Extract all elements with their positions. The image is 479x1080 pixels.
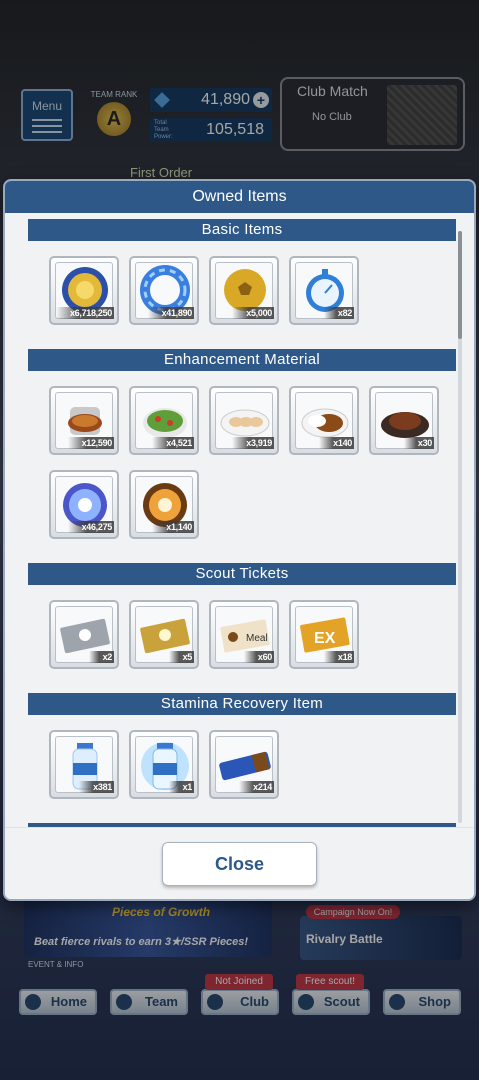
section-header: Enhancement Material [28, 349, 456, 371]
item-tile[interactable]: x214 [209, 730, 279, 799]
item-tile[interactable]: x30 [369, 386, 439, 455]
item-count: x2 [88, 651, 114, 663]
svg-text:EX: EX [314, 630, 336, 647]
item-tile[interactable]: Meal x60 [209, 600, 279, 669]
item-tile[interactable]: x6,718,250 [49, 256, 119, 325]
item-tile[interactable]: x381 [49, 730, 119, 799]
item-tile[interactable]: x41,890 [129, 256, 199, 325]
item-count: x12,590 [67, 437, 114, 449]
scrollbar[interactable] [458, 231, 462, 823]
item-tile[interactable]: x5 [129, 600, 199, 669]
item-tile[interactable]: x82 [289, 256, 359, 325]
item-count: x30 [403, 437, 434, 449]
item-count: x4,521 [152, 437, 194, 449]
item-tile[interactable]: x12,590 [49, 386, 119, 455]
section-header: Stamina Recovery Item [28, 693, 456, 715]
item-count: x46,275 [67, 521, 114, 533]
item-count: x82 [323, 307, 354, 319]
scrollbar-thumb[interactable] [458, 231, 462, 339]
svg-text:Meal: Meal [246, 633, 268, 644]
item-tile[interactable]: x46,275 [49, 470, 119, 539]
dialog-footer: Close [5, 827, 474, 899]
item-tile[interactable]: x1 [129, 730, 199, 799]
item-count: x140 [319, 437, 354, 449]
close-button[interactable]: Close [162, 842, 317, 886]
dialog-title: Owned Items [5, 181, 474, 213]
item-count: x1 [168, 781, 194, 793]
item-tile[interactable]: x5,000 [209, 256, 279, 325]
item-tile[interactable]: x140 [289, 386, 359, 455]
section-header: Scout Tickets [28, 563, 456, 585]
item-count: x5 [168, 651, 194, 663]
item-count: x5,000 [232, 307, 274, 319]
item-tile[interactable]: x2 [49, 600, 119, 669]
item-count: x18 [323, 651, 354, 663]
item-tile[interactable]: x3,919 [209, 386, 279, 455]
item-count: x41,890 [147, 307, 194, 319]
owned-items-dialog: Owned Items Basic Items x6,718,250 x41,890… [5, 181, 474, 899]
item-count: x60 [243, 651, 274, 663]
item-count: x381 [79, 781, 114, 793]
item-tile[interactable]: x4,521 [129, 386, 199, 455]
item-count: x1,140 [152, 521, 194, 533]
items-scroll-list[interactable]: Basic Items x6,718,250 x41,890 x5,000 x82 Enh… [24, 219, 470, 827]
item-count: x6,718,250 [55, 307, 114, 319]
item-tile[interactable]: x1,140 [129, 470, 199, 539]
item-tile[interactable]: EX x18 [289, 600, 359, 669]
section-header: Basic Items [28, 219, 456, 241]
item-count: x3,919 [232, 437, 274, 449]
item-count: x214 [239, 781, 274, 793]
